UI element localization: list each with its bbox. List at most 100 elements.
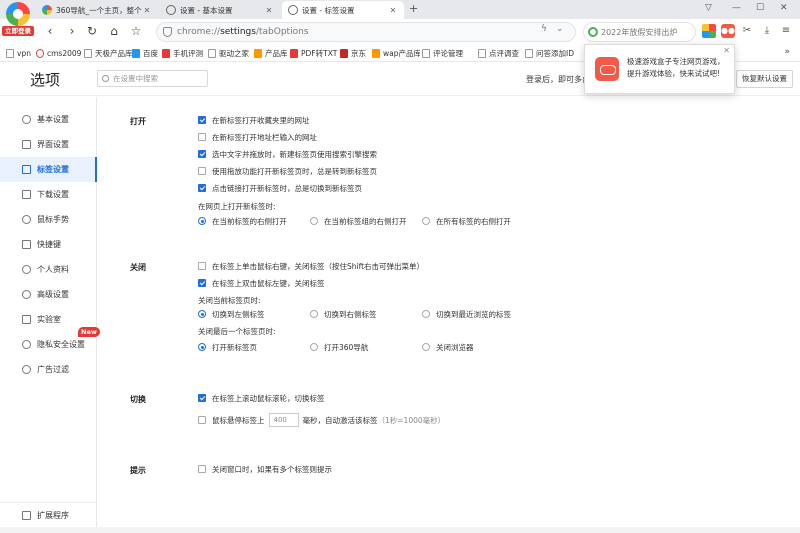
new-tab-plus-icon[interactable]: + bbox=[409, 2, 418, 15]
sidebar-item-download[interactable]: 下载设置 bbox=[0, 182, 97, 207]
login-badge[interactable]: 立即登录 bbox=[2, 26, 34, 36]
search-hot-word: 2022年放假安排出炉 bbox=[601, 27, 678, 37]
bookmark-item[interactable]: 产品库 bbox=[254, 47, 290, 60]
minimize-button[interactable]: — bbox=[732, 3, 741, 13]
radio-switch-left[interactable]: 切换到左侧标签 bbox=[198, 308, 265, 320]
radio-button[interactable] bbox=[198, 217, 206, 225]
radio-open-right-current[interactable]: 在当前标签的右侧打开 bbox=[198, 215, 287, 227]
block-icon bbox=[22, 365, 31, 374]
browser-logo[interactable]: 立即登录 bbox=[2, 2, 34, 36]
settings-search-input[interactable]: 在设置中搜索 bbox=[97, 70, 208, 87]
download-icon[interactable]: ⤓ bbox=[760, 24, 774, 38]
forward-button[interactable]: › bbox=[64, 23, 80, 39]
bookmark-item[interactable]: 手机评测 bbox=[162, 47, 206, 60]
url-main: settings bbox=[220, 27, 256, 37]
option-open-addressbar-new-tab[interactable]: 在新标签打开地址栏输入的网址 bbox=[198, 131, 317, 143]
radio-button[interactable] bbox=[310, 343, 318, 351]
radio-button[interactable] bbox=[310, 217, 318, 225]
lightning-icon[interactable]: ϟ bbox=[541, 24, 547, 34]
bookmark-item[interactable]: 问答添加ID bbox=[525, 47, 577, 60]
bookmark-item[interactable]: 驱动之家 bbox=[208, 47, 254, 60]
radio-open-new-tab[interactable]: 打开新标签页 bbox=[198, 341, 257, 353]
option-wheel-switch[interactable]: 在标签上滚动鼠标滚轮，切换标签 bbox=[198, 392, 325, 404]
bookmark-item[interactable]: vpn bbox=[6, 47, 36, 60]
reload-button[interactable]: ↻ bbox=[84, 23, 100, 39]
radio-button[interactable] bbox=[422, 343, 430, 351]
tab-tab-settings[interactable]: 设置 - 标签设置 ✕ bbox=[282, 1, 404, 19]
checkbox[interactable] bbox=[198, 416, 206, 424]
radio-close-browser[interactable]: 关闭浏览器 bbox=[422, 341, 474, 353]
option-click-link-switch[interactable]: 点击链接打开新标签时，总是切换到新标签页 bbox=[198, 182, 362, 194]
option-close-window-prompt[interactable]: 关闭窗口时，如果有多个标签则提示 bbox=[198, 463, 332, 475]
radio-button[interactable] bbox=[198, 343, 206, 351]
close-icon[interactable]: ✕ bbox=[723, 46, 730, 55]
checkbox[interactable] bbox=[198, 465, 206, 473]
tab-basic-settings[interactable]: 设置 - 基本设置 ✕ bbox=[160, 1, 280, 19]
checkbox[interactable] bbox=[198, 133, 206, 141]
option-double-click-close[interactable]: 在标签上双击鼠标左键，关闭标签 bbox=[198, 277, 325, 289]
sidebar-item-tabs[interactable]: 标签设置 bbox=[0, 157, 97, 182]
sidebar-item-interface[interactable]: 界面设置 bbox=[0, 132, 97, 157]
bookmark-item[interactable]: PDF转TXT bbox=[290, 47, 338, 60]
hover-delay-input[interactable]: 400 bbox=[268, 413, 299, 427]
close-window-button[interactable]: ✕ bbox=[780, 3, 788, 13]
tab-360-home[interactable]: 360导航_一个主页，整个世界 ✕ bbox=[36, 1, 158, 19]
checkbox[interactable] bbox=[198, 150, 206, 158]
bookmark-item[interactable]: wap产品库 bbox=[372, 47, 420, 60]
radio-switch-right[interactable]: 切换到右侧标签 bbox=[310, 308, 377, 320]
360-favicon-icon bbox=[42, 5, 52, 15]
address-bar[interactable]: chrome://settings/tabOptions bbox=[156, 22, 576, 42]
close-icon[interactable]: ✕ bbox=[388, 6, 398, 15]
checkbox[interactable] bbox=[198, 262, 206, 270]
checkbox[interactable] bbox=[198, 116, 206, 124]
bookmarks-more-icon[interactable]: » bbox=[784, 47, 790, 57]
bookmark-star-icon[interactable]: ☆ bbox=[128, 23, 144, 39]
sidebar-item-gestures[interactable]: 鼠标手势 bbox=[0, 207, 97, 232]
radio-open-360-nav[interactable]: 打开360导航 bbox=[310, 341, 368, 353]
sidebar-item-basic[interactable]: 基本设置 bbox=[0, 107, 97, 132]
shirt-icon[interactable]: ▽ bbox=[705, 3, 712, 13]
radio-button[interactable] bbox=[422, 217, 430, 225]
radio-button[interactable] bbox=[422, 310, 430, 318]
option-drag-text-search[interactable]: 选中文字并拖放时，新建标签页使用搜索引擎搜索 bbox=[198, 148, 377, 160]
close-icon[interactable]: ✕ bbox=[264, 6, 274, 15]
bookmark-item[interactable]: 点评调查 bbox=[478, 47, 522, 60]
checkbox[interactable] bbox=[198, 184, 206, 192]
sidebar-item-shortcuts[interactable]: 快捷键 bbox=[0, 232, 97, 257]
home-button[interactable]: ⌂ bbox=[106, 23, 122, 39]
restore-defaults-button[interactable]: 恢复默认设置 bbox=[736, 70, 793, 88]
checkbox[interactable] bbox=[198, 394, 206, 402]
search-icon bbox=[102, 75, 109, 82]
close-icon[interactable]: ✕ bbox=[142, 6, 152, 15]
checkbox[interactable] bbox=[198, 167, 206, 175]
option-right-click-close[interactable]: 在标签上单击鼠标右键，关闭标签（按住Shift右击可弹出菜单） bbox=[198, 260, 424, 272]
360-logo-icon bbox=[6, 2, 30, 26]
sidebar-item-privacy[interactable]: 隐私安全设置 New bbox=[0, 327, 100, 357]
sidebar-item-adblock[interactable]: 广告过滤 bbox=[0, 357, 97, 382]
bookmark-item[interactable]: 评论管理 bbox=[422, 47, 466, 60]
menu-icon[interactable]: ≡ bbox=[779, 24, 793, 38]
radio-switch-recent[interactable]: 切换到最近浏览的标签 bbox=[422, 308, 511, 320]
gamepad-icon[interactable]: ●● bbox=[721, 24, 735, 38]
checkbox[interactable] bbox=[198, 279, 206, 287]
bookmark-item[interactable]: 百度 bbox=[132, 47, 162, 60]
option-open-bookmarks-new-tab[interactable]: 在新标签打开收藏夹里的网址 bbox=[198, 114, 310, 126]
radio-open-right-all[interactable]: 在所有标签的右侧打开 bbox=[422, 215, 511, 227]
apps-grid-icon[interactable] bbox=[702, 24, 716, 38]
radio-open-right-group[interactable]: 在当前标签组的右侧打开 bbox=[310, 215, 407, 227]
sidebar-item-extensions[interactable]: 扩展程序 bbox=[0, 502, 97, 527]
scissors-icon[interactable]: ✂ bbox=[740, 24, 754, 38]
sidebar-item-profile[interactable]: 个人资料 bbox=[0, 257, 97, 282]
bookmark-item[interactable]: 京东 bbox=[340, 47, 370, 60]
back-button[interactable]: ‹ bbox=[42, 23, 58, 39]
chevron-down-icon[interactable]: ⌄ bbox=[556, 24, 564, 34]
bookmark-item[interactable]: cms2009 bbox=[36, 47, 82, 60]
maximize-button[interactable]: ☐ bbox=[756, 3, 764, 13]
sidebar-item-advanced[interactable]: 高级设置 bbox=[0, 282, 97, 307]
bookmark-item[interactable]: 天极产品库 bbox=[84, 47, 134, 60]
option-hover-activate[interactable]: 鼠标悬停标签上 400 毫秒，自动激活该标签 （1秒=1000毫秒） bbox=[198, 412, 445, 428]
radio-button[interactable] bbox=[310, 310, 318, 318]
search-box[interactable]: 2022年放假安排出炉 bbox=[583, 22, 696, 42]
option-drag-switch-new-tab[interactable]: 使用拖放功能打开新标签页时，总是转到新标签页 bbox=[198, 165, 377, 177]
radio-button[interactable] bbox=[198, 310, 206, 318]
